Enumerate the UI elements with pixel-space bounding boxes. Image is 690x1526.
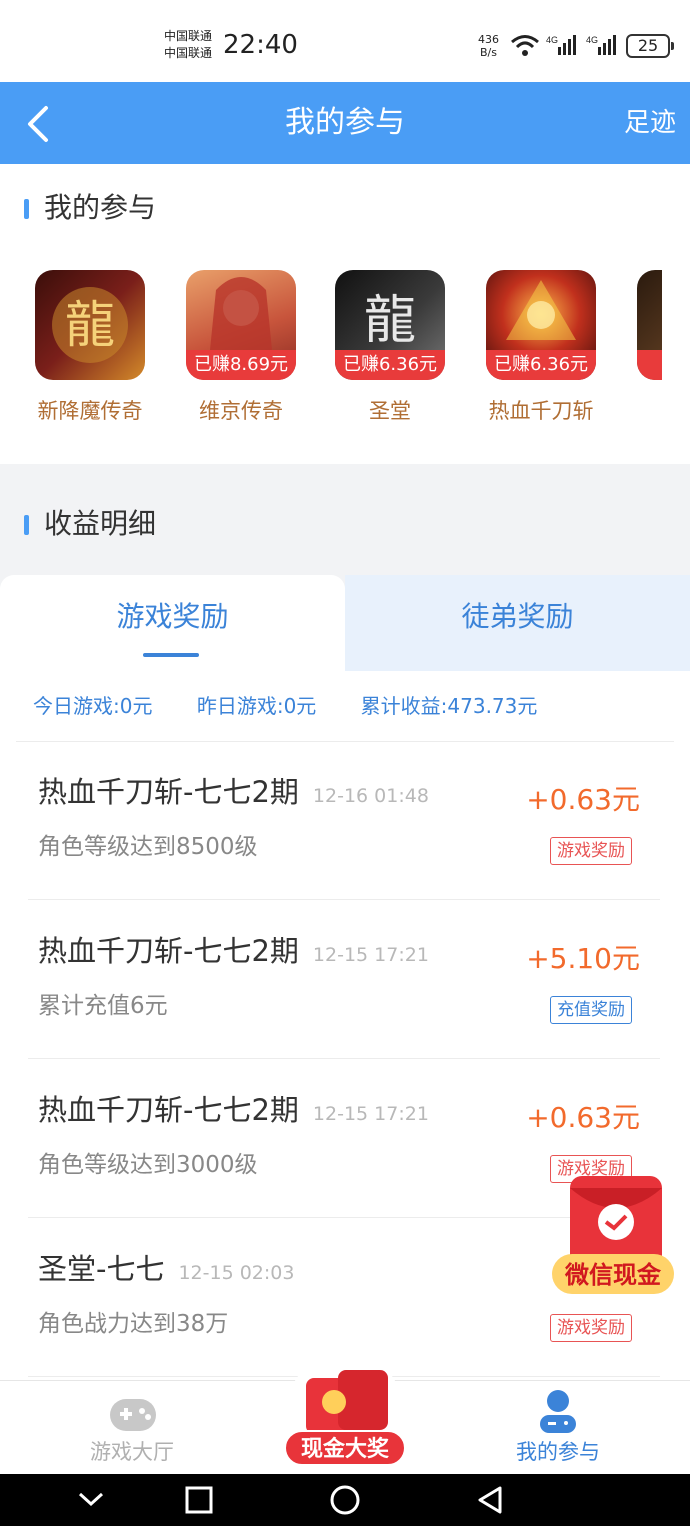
clock: 22:40 [223,30,298,60]
record-desc: 角色等级达到8500级 [38,834,258,860]
signal-icon: 4G [546,35,576,55]
nav-label: 游戏大厅 [90,1440,174,1464]
income-section-title: 收益明细 [24,504,156,544]
record-game: 热血千刀斩-七七2期 [38,1093,299,1127]
gamepad-icon [110,1399,156,1431]
app-header: 我的参与 足迹 [0,82,690,164]
game-item[interactable]: 已 莽 [617,264,662,444]
list-item[interactable]: 热血千刀斩-七七2期 12-16 01:48 角色等级达到8500级 +0.63元… [28,742,660,900]
tab-apprentice-reward[interactable]: 徒弟奖励 [345,575,690,671]
dragon-logo-icon: 龍 [364,291,416,351]
record-game: 热血千刀斩-七七2期 [38,775,299,809]
game-item[interactable]: 龍 已赚6.36元 圣堂 [315,264,465,444]
nav-label: 我的参与 [516,1440,600,1464]
earned-badge: 已赚6.36元 [486,350,596,380]
net-speed-value: 436 [478,33,499,46]
game-item[interactable]: 已赚8.69元 维京传奇 [166,264,316,444]
record-title: 热血千刀斩-七七2期 12-15 17:21 [38,1090,429,1134]
carrier-labels: 中国联通 中国联通 [164,28,212,62]
signal-2-label: 4G [586,35,598,45]
chevron-down-icon[interactable] [78,1492,104,1507]
nav-game-hall[interactable]: 游戏大厅 [52,1381,212,1475]
game-icon: 龍 已赚6.36元 [335,270,445,380]
carrier-2: 中国联通 [164,46,213,60]
record-time: 12-16 01:48 [312,785,429,807]
record-time: 12-15 17:21 [312,1103,429,1125]
back-triangle-icon[interactable] [478,1486,502,1514]
system-nav-icons [78,1485,502,1515]
home-icon[interactable] [330,1485,360,1515]
game-name: 莽 [617,396,662,426]
nav-my-participation[interactable]: 我的参与 [478,1381,638,1475]
cash-prize-label: 现金大奖 [284,1430,406,1466]
list-item[interactable]: 热血千刀斩-七七2期 12-15 17:21 累计充值6元 +5.10元 充值奖励 [28,901,660,1059]
record-amount: +5.10元 [526,942,640,975]
game-name: 热血千刀斩 [488,399,594,423]
game-icon: 已赚8.69元 [186,270,296,380]
game-name: 圣堂 [369,399,411,423]
income-tabs: 游戏奖励 徒弟奖励 [0,575,690,671]
system-navigation-bar [0,1474,690,1526]
page-title: 我的参与 [285,105,405,140]
record-title: 热血千刀斩-七七2期 12-16 01:48 [38,772,429,816]
record-tag: 游戏奖励 [550,837,632,865]
dragon-logo-icon: 龍 [52,287,128,363]
warrior-art-icon [506,280,576,340]
record-desc: 角色等级达到3000级 [38,1152,258,1178]
carrier-1: 中国联通 [164,29,213,43]
net-speed-unit: B/s [480,46,497,59]
record-title: 热血千刀斩-七七2期 12-15 17:21 [38,931,429,975]
record-tag: 充值奖励 [550,996,632,1024]
character-portrait-icon [210,277,272,350]
status-bar: 中国联通 中国联通 22:40 436 B/s 4G 4G 25 [0,0,690,82]
record-desc: 角色战力达到38万 [38,1311,229,1337]
svg-text:龍: 龍 [364,291,416,350]
game-icon: 龍 [35,270,145,380]
tab-label: 徒弟奖励 [461,600,574,633]
game-name: 新降魔传奇 [37,399,143,423]
record-tag: 游戏奖励 [550,1314,632,1342]
record-title: 圣堂-七七 12-15 02:03 [38,1249,294,1293]
battery-indicator: 25 [626,34,674,58]
record-game: 圣堂-七七 [38,1252,165,1286]
section-title: 我的参与 [24,188,156,228]
game-icon: 已赚6.36元 [486,270,596,380]
game-name: 维京传奇 [199,399,283,423]
record-desc: 累计充值6元 [38,993,168,1019]
game-item[interactable]: 龍 新降魔传奇 [15,264,165,444]
signal-1-label: 4G [546,35,558,45]
record-amount: +0.63元 [526,1101,640,1134]
earned-badge: 已赚8.69元 [186,350,296,380]
wifi-icon [511,35,539,56]
record-time: 12-15 02:03 [178,1262,295,1284]
yesterday-earnings: 昨日游戏:0元 [196,694,317,718]
participation-section: 我的参与 龍 新降魔传奇 已赚8.69元 维京传奇 龍 已赚6.36元 圣堂 已… [0,164,690,464]
red-envelope-icon: 微信现金 [552,1176,674,1294]
today-earnings: 今日游戏:0元 [33,694,153,718]
game-list: 龍 新降魔传奇 已赚8.69元 维京传奇 龍 已赚6.36元 圣堂 已赚6.36… [0,264,662,444]
game-icon: 已 [637,270,662,380]
tab-game-reward[interactable]: 游戏奖励 [0,575,345,671]
signal-icon-2: 4G [586,35,616,55]
record-time: 12-15 17:21 [312,944,429,966]
network-speed: 436 B/s [478,33,499,59]
earned-badge: 已赚6.36元 [335,350,445,380]
earned-badge: 已 [637,350,662,380]
game-item[interactable]: 已赚6.36元 热血千刀斩 [466,264,616,444]
svg-text:龍: 龍 [65,296,115,354]
record-game: 热血千刀斩-七七2期 [38,934,299,968]
cash-prize-button[interactable]: 现金大奖 [276,1352,414,1478]
wechat-cash-float-button[interactable]: 微信现金 [550,1172,676,1302]
total-earnings: 累计收益:473.73元 [360,694,538,718]
income-summary: 今日游戏:0元 昨日游戏:0元 累计收益:473.73元 [33,691,575,721]
tab-underline [143,653,199,657]
footprint-link[interactable]: 足迹 [624,104,676,142]
user-game-icon [540,1390,576,1433]
float-label: 微信现金 [564,1261,662,1289]
tab-label: 游戏奖励 [116,600,229,633]
recent-apps-icon[interactable] [185,1486,213,1514]
record-amount: +0.63元 [526,783,640,816]
